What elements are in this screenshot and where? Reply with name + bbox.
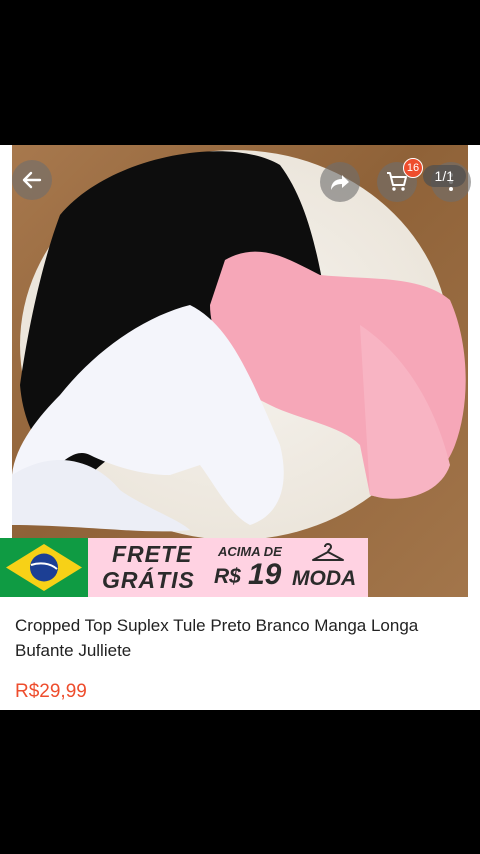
currency-label: R$ (214, 565, 241, 588)
share-icon (331, 175, 349, 190)
share-button[interactable] (320, 162, 360, 202)
amount-label: 19 (248, 558, 282, 591)
product-image[interactable]: 16 1/1 (0, 145, 480, 597)
product-page: 16 1/1 FRETE GRÁTIS ACIMA DE R$ 19 MODA (0, 145, 480, 710)
hanger-icon (312, 543, 344, 561)
product-price: R$29,99 (15, 681, 87, 702)
moda-label: MODA (292, 567, 357, 590)
image-counter: 1/1 (422, 165, 466, 187)
gratis-label: GRÁTIS (102, 567, 195, 593)
promo-banner: FRETE GRÁTIS ACIMA DE R$ 19 MODA (88, 538, 368, 597)
brazil-flag-icon (0, 538, 88, 597)
free-shipping-banner: FRETE GRÁTIS ACIMA DE R$ 19 MODA (0, 538, 480, 597)
frete-label: FRETE (112, 541, 193, 567)
product-title: Cropped Top Suplex Tule Preto Branco Man… (15, 616, 419, 660)
acima-label: ACIMA DE (218, 544, 282, 559)
back-arrow-icon (22, 171, 42, 189)
back-button[interactable] (12, 160, 52, 200)
cart-button[interactable]: 16 (377, 158, 423, 202)
product-photo-illustration (12, 151, 466, 532)
cart-count-badge: 16 (403, 158, 423, 178)
